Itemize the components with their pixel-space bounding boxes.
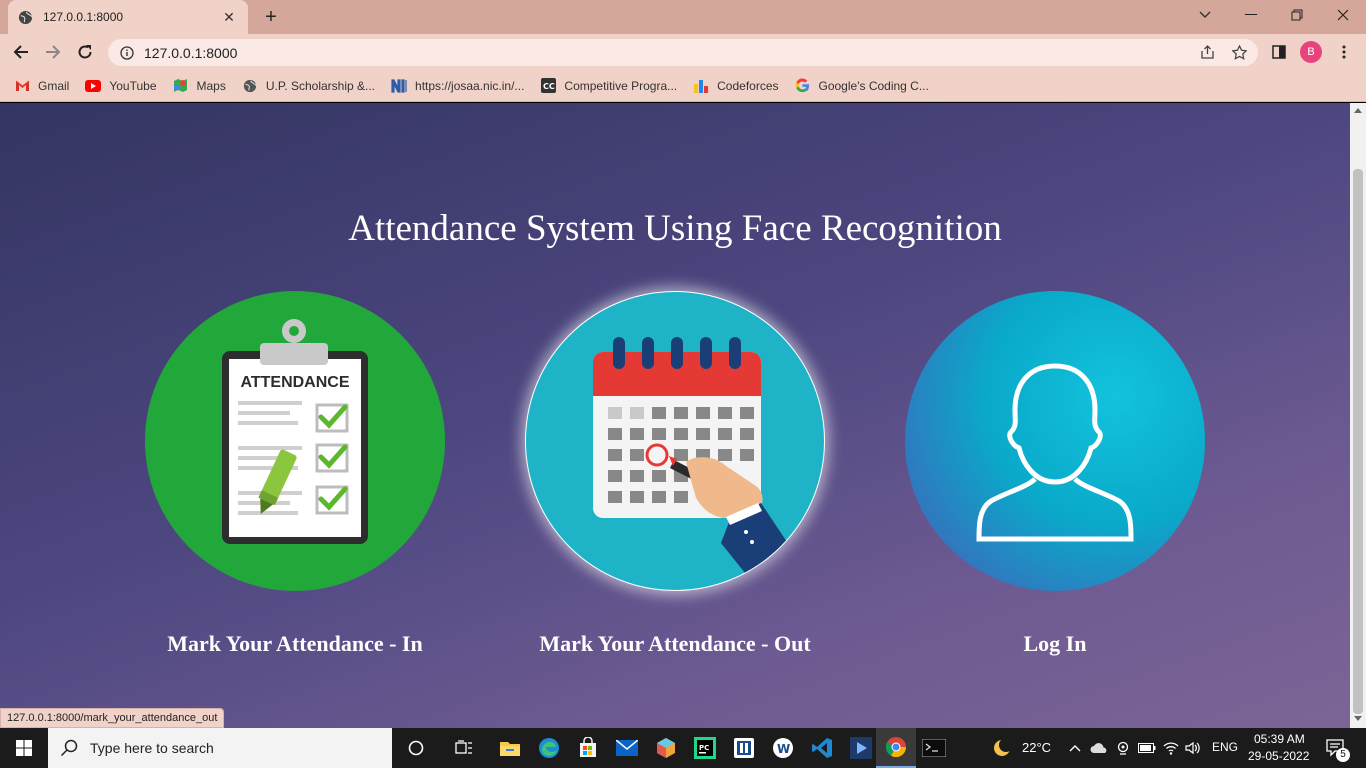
language-indicator[interactable]: ENG [1212,740,1238,754]
notification-center-icon[interactable]: 5 [1318,728,1354,768]
page-scrollbar[interactable] [1350,103,1366,728]
taskbar-search-box[interactable]: Type here to search [48,728,392,768]
file-explorer-icon[interactable] [490,728,530,768]
scroll-down-icon[interactable] [1354,716,1362,722]
codeforces-icon [693,78,709,94]
page-title: Attendance System Using Face Recognition [348,208,1002,249]
terminal-icon[interactable] [914,728,954,768]
gmail-icon [14,78,30,94]
mark-attendance-out-link[interactable]: Mark Your Attendance - Out [505,631,845,657]
clock-time[interactable]: 05:39 AM [1254,732,1305,746]
globe-icon [242,78,258,94]
microsoft-store-icon[interactable] [568,728,608,768]
calendar-icon [593,337,801,590]
browser-tab-strip: 127.0.0.1:8000 ✕ + [0,0,1366,34]
address-bar[interactable]: 127.0.0.1:8000 [108,39,1258,66]
bookmarks-bar: Gmail YouTube Maps U.P. Scholarship &...… [0,70,1366,102]
back-button[interactable] [8,39,34,65]
windows-logo-icon [16,740,32,756]
tab-search-icon[interactable] [1182,0,1228,30]
nic-icon [391,78,407,94]
browser-toolbar: 127.0.0.1:8000 [0,34,1366,70]
tab-title: 127.0.0.1:8000 [43,10,124,24]
scroll-up-icon[interactable] [1354,107,1362,113]
bookmark-maps[interactable]: Maps [173,78,226,94]
webcam-icon[interactable] [1112,728,1134,768]
browser-tab[interactable]: 127.0.0.1:8000 ✕ [8,0,248,34]
pycharm-icon[interactable]: PC [685,728,725,768]
search-placeholder: Type here to search [90,740,214,756]
bookmark-gmail[interactable]: Gmail [14,78,69,94]
mail-icon[interactable] [607,728,647,768]
scrollbar-thumb[interactable] [1353,169,1363,714]
login-link[interactable]: Log In [885,631,1225,657]
search-icon [60,739,78,757]
weather-moon-icon[interactable] [982,728,1022,768]
cc-icon: CC [540,78,556,94]
new-tab-button[interactable]: + [258,4,284,30]
forward-button[interactable] [40,39,66,65]
google-icon [795,78,811,94]
profile-avatar[interactable]: B [1300,41,1322,63]
start-button[interactable] [4,728,44,768]
word-pad-icon[interactable]: W [763,728,803,768]
svg-text:W: W [777,742,790,756]
notification-count-badge: 5 [1336,748,1350,762]
bookmark-google-coding[interactable]: Google's Coding C... [795,78,929,94]
show-hidden-icons-icon[interactable] [1064,728,1086,768]
bookmark-star-icon[interactable] [1226,39,1252,66]
globe-icon [18,10,33,24]
mark-attendance-in-link[interactable]: Mark Your Attendance - In [125,631,465,657]
share-icon[interactable] [1194,39,1220,66]
weather-temperature[interactable]: 22°C [1022,740,1051,755]
restore-button[interactable] [1274,0,1320,30]
vscode-icon[interactable] [802,728,842,768]
close-tab-icon[interactable]: ✕ [220,9,238,26]
onedrive-cloud-icon[interactable] [1088,728,1110,768]
attendance-clipboard-icon: ATTENDANCE [222,319,368,544]
bookmark-josaa[interactable]: https://josaa.nic.in/... [391,78,524,94]
clipboard-label: ATTENDANCE [240,374,349,391]
bookmark-codeforces[interactable]: Codeforces [693,78,779,94]
cortana-icon[interactable] [396,728,436,768]
link-status-bar: 127.0.0.1:8000/mark_your_attendance_out [0,708,225,728]
battery-icon[interactable] [1136,728,1158,768]
svg-text:PC: PC [699,744,709,752]
maps-icon [173,78,189,94]
media-app-icon[interactable] [841,728,881,768]
chrome-taskbar-icon[interactable] [876,728,916,768]
attendance-in-card[interactable]: ATTENDANCE [145,291,445,591]
side-panel-icon[interactable] [1266,39,1292,65]
user-icon [976,363,1134,542]
login-card[interactable] [905,291,1205,591]
task-view-icon[interactable] [444,728,484,768]
page-content: Attendance System Using Face Recognition… [0,103,1350,728]
bookmark-up-scholarship[interactable]: U.P. Scholarship &... [242,78,375,94]
remote-app-icon[interactable] [724,728,764,768]
wifi-icon[interactable] [1160,728,1182,768]
bookmark-youtube[interactable]: YouTube [85,78,157,94]
volume-icon[interactable] [1182,728,1204,768]
clock-date[interactable]: 29-05-2022 [1248,749,1309,763]
close-window-button[interactable] [1320,0,1366,30]
windows-taskbar: Type here to search PC W 22°C ENG 05:39 … [0,728,1366,768]
reload-button[interactable] [72,39,98,65]
svg-text:CC: CC [543,82,555,91]
minimize-button[interactable] [1228,0,1274,30]
package-app-icon[interactable] [646,728,686,768]
youtube-icon [85,78,102,94]
bookmark-competitive-programming[interactable]: CC Competitive Progra... [540,78,677,94]
menu-kebab-icon[interactable] [1331,39,1357,65]
attendance-out-card[interactable] [525,291,825,591]
url-text: 127.0.0.1:8000 [144,44,238,61]
edge-icon[interactable] [529,728,569,768]
info-icon[interactable] [120,45,134,60]
